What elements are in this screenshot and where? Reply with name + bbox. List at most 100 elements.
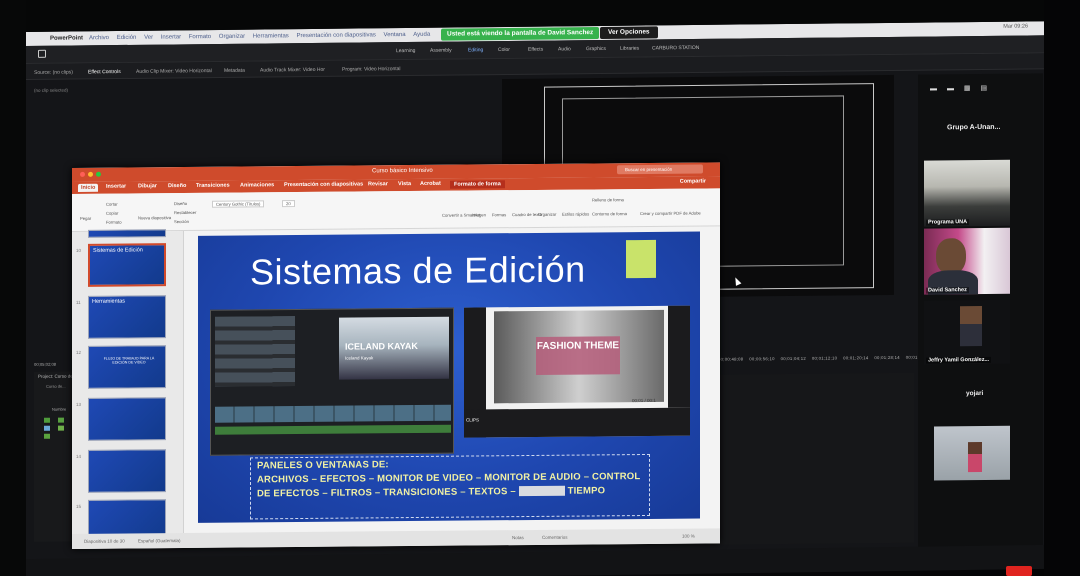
workspace-editing[interactable]: Editing [468, 47, 483, 53]
share-button[interactable]: Compartir [680, 178, 706, 184]
slide-title[interactable]: Sistemas de Edición [250, 249, 586, 294]
tab-effect-controls[interactable]: Effect Controls [88, 69, 121, 75]
participant-tile[interactable]: Jeffry Yamil González... [924, 299, 1010, 365]
workspace-learning[interactable]: Learning [396, 48, 415, 54]
slide-number: 13 [76, 401, 82, 407]
tab-program-monitor[interactable]: Program: Video Horizontal [342, 66, 401, 73]
monitor-bezel-right [1044, 0, 1080, 576]
shape-fill-button[interactable]: Relleno de forma [592, 197, 624, 202]
menu-ver[interactable]: Ver [144, 35, 153, 41]
tab-audio-clip-mixer[interactable]: Audio Clip Mixer: Video Horizontal [136, 68, 212, 75]
slide-thumbnail[interactable] [88, 449, 166, 493]
tab-formato-de-forma[interactable]: Formato de forma [450, 180, 505, 189]
workspace-graphics[interactable]: Graphics [586, 46, 606, 52]
slide-counter: Diapositiva 10 de 30 [84, 538, 125, 544]
reset-button[interactable]: Restablecer [174, 210, 196, 215]
workspace-audio[interactable]: Audio [558, 46, 571, 52]
font-size-select[interactable]: 20 [282, 200, 295, 208]
tab-inicio[interactable]: Inicio [78, 183, 99, 192]
close-icon[interactable] [80, 171, 85, 177]
slide-thumbnail-selected[interactable]: Sistemas de Edición [88, 243, 166, 287]
screen-share-banner: Usted está viendo la pantalla de David S… [441, 26, 600, 41]
menu-ventana[interactable]: Ventana [384, 32, 406, 38]
cut-button[interactable]: Cortar [106, 202, 118, 207]
minimize-icon[interactable] [88, 171, 93, 177]
current-slide[interactable]: Sistemas de Edición ICELAND KAYAK Icelan… [198, 231, 700, 523]
arrange-button[interactable]: Organizar [538, 212, 556, 217]
fashion-theme-image[interactable]: FASHION THEME 00:01 / 00:1 CLIPS [464, 305, 690, 438]
tab-dibujar[interactable]: Dibujar [138, 183, 157, 189]
view-options-button[interactable]: Ver Opciones [600, 26, 658, 39]
menu-archivo[interactable]: Archivo [89, 35, 109, 41]
tab-diseno[interactable]: Diseño [168, 183, 186, 189]
no-clip-label: (no clip selected) [34, 87, 69, 93]
body-line-1: PANELES O VENTANAS DE: [257, 459, 389, 472]
workspace-carburo[interactable]: CARBURO STATION [652, 45, 699, 51]
participant-tile[interactable] [934, 425, 1010, 481]
tab-transiciones[interactable]: Transiciones [196, 183, 230, 189]
body-line-2: ARCHIVOS – EFECTOS – MONITOR DE VIDEO – … [257, 471, 641, 486]
timeline-clips [215, 404, 451, 423]
participant-name: David Sanchez [926, 287, 969, 294]
menu-presentacion[interactable]: Presentación con diapositivas [296, 32, 375, 39]
editor-screenshot-image[interactable]: ICELAND KAYAK Iceland Kayak [210, 307, 454, 456]
menu-ayuda[interactable]: Ayuda [413, 32, 430, 38]
tab-presentacion[interactable]: Presentación con diapositivas [284, 181, 363, 188]
new-slide-button[interactable]: Nueva diapositiva [138, 215, 171, 220]
menu-insertar[interactable]: Insertar [161, 34, 181, 40]
column-nombre[interactable]: Nombre [52, 407, 66, 412]
thumbnail-title: Sistemas de Edición [93, 247, 143, 254]
zoom-view-icons[interactable]: ▬ ▬ ▦ ▤ [930, 84, 991, 93]
app-name[interactable]: PowerPoint [50, 35, 83, 41]
tab-audio-track-mixer[interactable]: Audio Track Mixer: Video Hor [260, 67, 325, 74]
language[interactable]: Español (Guatemala) [138, 538, 181, 543]
slide-number: 15 [76, 503, 82, 509]
menu-formato[interactable]: Formato [189, 34, 211, 40]
tab-revisar[interactable]: Revisar [368, 181, 388, 187]
search-input[interactable]: Buscar en presentación [617, 164, 703, 175]
workspace-effects[interactable]: Effects [528, 47, 543, 53]
format-painter-button[interactable]: Formato [106, 220, 122, 225]
tab-animaciones[interactable]: Animaciones [240, 182, 274, 188]
copy-button[interactable]: Copiar [106, 211, 118, 216]
theme-strip: CLIPS [464, 407, 690, 438]
font-family-select[interactable]: Century Gothic (Títulos) [212, 200, 265, 208]
workspace-assembly[interactable]: Assembly [430, 48, 452, 54]
quick-styles-button[interactable]: Estilos rápidos [562, 211, 589, 216]
menu-organizar[interactable]: Organizar [219, 34, 245, 40]
slide-thumbnail[interactable] [88, 397, 166, 441]
participant-tile[interactable]: Programa UNA [924, 159, 1010, 227]
menu-edicion[interactable]: Edición [117, 35, 137, 41]
tab-vista[interactable]: Vista [398, 181, 411, 187]
body-line-3-end: TIEMPO [567, 485, 606, 497]
slide-thumbnail[interactable]: FLUJO DE TRABAJO PARA LA EDICIÓN DE VIDE… [88, 345, 166, 389]
media-browser [215, 316, 295, 387]
layout-button[interactable]: Diseño [174, 201, 187, 206]
zoom-level[interactable]: 100 % [682, 534, 695, 539]
home-icon[interactable] [38, 49, 46, 58]
tab-insertar[interactable]: Insertar [106, 184, 126, 190]
shape-outline-button[interactable]: Contorno de forma [592, 211, 627, 216]
preview-title: ICELAND KAYAK [345, 340, 418, 352]
comments-button[interactable]: Comentarios [542, 535, 568, 540]
maximize-icon[interactable] [96, 171, 101, 177]
tab-acrobat[interactable]: Acrobat [420, 181, 441, 187]
paste-button[interactable]: Pegar [80, 216, 91, 221]
clip-swatch [44, 425, 50, 431]
shapes-button[interactable]: Formas [492, 212, 506, 217]
menu-herramientas[interactable]: Herramientas [253, 33, 289, 39]
section-button[interactable]: Sección [174, 219, 189, 224]
slide-thumbnail[interactable] [88, 229, 166, 238]
workspace-color[interactable]: Color [498, 47, 510, 53]
slide-text-box[interactable]: PANELES O VENTANAS DE: ARCHIVOS – EFECTO… [250, 453, 650, 520]
notes-button[interactable]: Notas [512, 535, 524, 540]
participant-tile-active[interactable]: David Sanchez [924, 227, 1010, 295]
tab-metadata[interactable]: Metadata [224, 68, 245, 74]
slide-thumbnail[interactable]: Herramientas [88, 295, 166, 339]
workspace-libraries[interactable]: Libraries [620, 46, 639, 52]
picture-button[interactable]: Imagen [472, 212, 486, 217]
adobe-pdf-button[interactable]: Crear y compartir PDF de Adobe [640, 210, 710, 217]
project-folder[interactable]: Curso de... [46, 384, 66, 389]
tab-source[interactable]: Source: (no clips) [34, 70, 73, 76]
viewer-preview: ICELAND KAYAK Iceland Kayak [339, 316, 449, 380]
